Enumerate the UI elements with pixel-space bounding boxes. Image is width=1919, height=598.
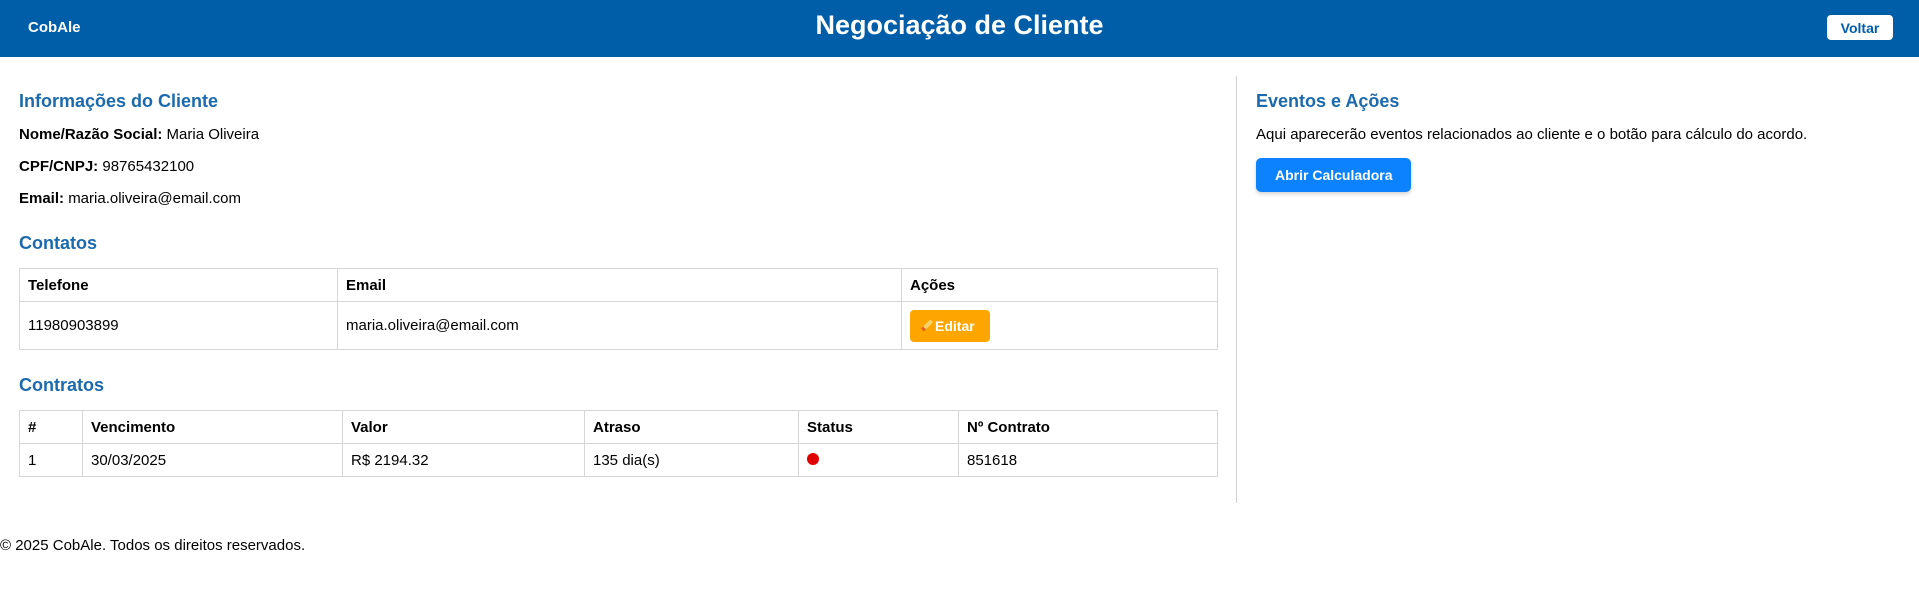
- table-header-row: Telefone Email Ações: [19, 268, 1218, 302]
- contract-status-cell: [798, 443, 959, 477]
- client-email-line: Email: maria.oliveira@email.com: [19, 190, 1218, 208]
- contract-due-date: 30/03/2025: [82, 443, 343, 477]
- client-doc-value: 98765432100: [102, 158, 195, 175]
- page-title: Negociação de Cliente: [815, 10, 1104, 40]
- back-button[interactable]: Voltar: [1827, 15, 1893, 40]
- contact-phone: 11980903899: [19, 301, 338, 350]
- open-calculator-button[interactable]: Abrir Calculadora: [1256, 158, 1412, 192]
- contacts-table: Telefone Email Ações 11980903899 maria.o…: [19, 268, 1218, 350]
- column-header: Nº Contrato: [958, 410, 1218, 444]
- events-title: Eventos e Ações: [1256, 91, 1400, 111]
- contact-actions-cell: Editar: [901, 301, 1218, 350]
- status-indicator-icon: [807, 452, 819, 465]
- client-doc-label: CPF/CNPJ:: [19, 158, 99, 175]
- client-info-title: Informações do Cliente: [19, 91, 219, 111]
- right-pane: Eventos e Ações Aqui aparecerão eventos …: [1256, 76, 1896, 192]
- column-header: Telefone: [19, 268, 338, 302]
- contract-value: R$ 2194.32: [342, 443, 585, 477]
- client-name-value: Maria Oliveira: [166, 126, 260, 143]
- column-header: Valor: [342, 410, 585, 444]
- column-header: Vencimento: [82, 410, 343, 444]
- column-header: #: [19, 410, 83, 444]
- edit-contact-button[interactable]: Editar: [910, 309, 990, 342]
- client-email-value: maria.oliveira@email.com: [68, 190, 241, 207]
- table-header-row: # Vencimento Valor Atraso Status Nº Cont…: [19, 410, 1218, 444]
- top-header: CobAle Negociação de Cliente Voltar: [0, 0, 1919, 57]
- contact-email: maria.oliveira@email.com: [337, 301, 902, 350]
- events-description: Aqui aparecerão eventos relacionados ao …: [1256, 126, 1808, 143]
- footer-copyright: © 2025 CobAle. Todos os direitos reserva…: [0, 537, 306, 554]
- left-pane: Informações do Cliente Nome/Razão Social…: [19, 76, 1218, 477]
- edit-button-label: Editar: [935, 317, 975, 334]
- pane-divider: [1236, 76, 1237, 503]
- column-header: Atraso: [584, 410, 799, 444]
- column-header: Email: [337, 268, 902, 302]
- contacts-title: Contatos: [19, 233, 97, 253]
- contracts-title: Contratos: [19, 375, 104, 395]
- client-name-line: Nome/Razão Social: Maria Oliveira: [19, 126, 1218, 144]
- table-row: 11980903899 maria.oliveira@email.com Edi…: [19, 301, 1218, 350]
- contract-delay: 135 dia(s): [584, 443, 799, 477]
- column-header: Ações: [901, 268, 1218, 302]
- brand-logo[interactable]: CobAle: [28, 19, 81, 36]
- column-header: Status: [798, 410, 959, 444]
- client-name-label: Nome/Razão Social:: [19, 126, 163, 143]
- contracts-table: # Vencimento Valor Atraso Status Nº Cont…: [19, 410, 1218, 477]
- client-email-label: Email:: [19, 190, 65, 207]
- table-row[interactable]: 1 30/03/2025 R$ 2194.32 135 dia(s) 85161…: [19, 443, 1218, 477]
- pencil-icon: [920, 319, 934, 332]
- contract-index: 1: [19, 443, 83, 477]
- client-doc-line: CPF/CNPJ: 98765432100: [19, 158, 1218, 176]
- contract-number: 851618: [958, 443, 1218, 477]
